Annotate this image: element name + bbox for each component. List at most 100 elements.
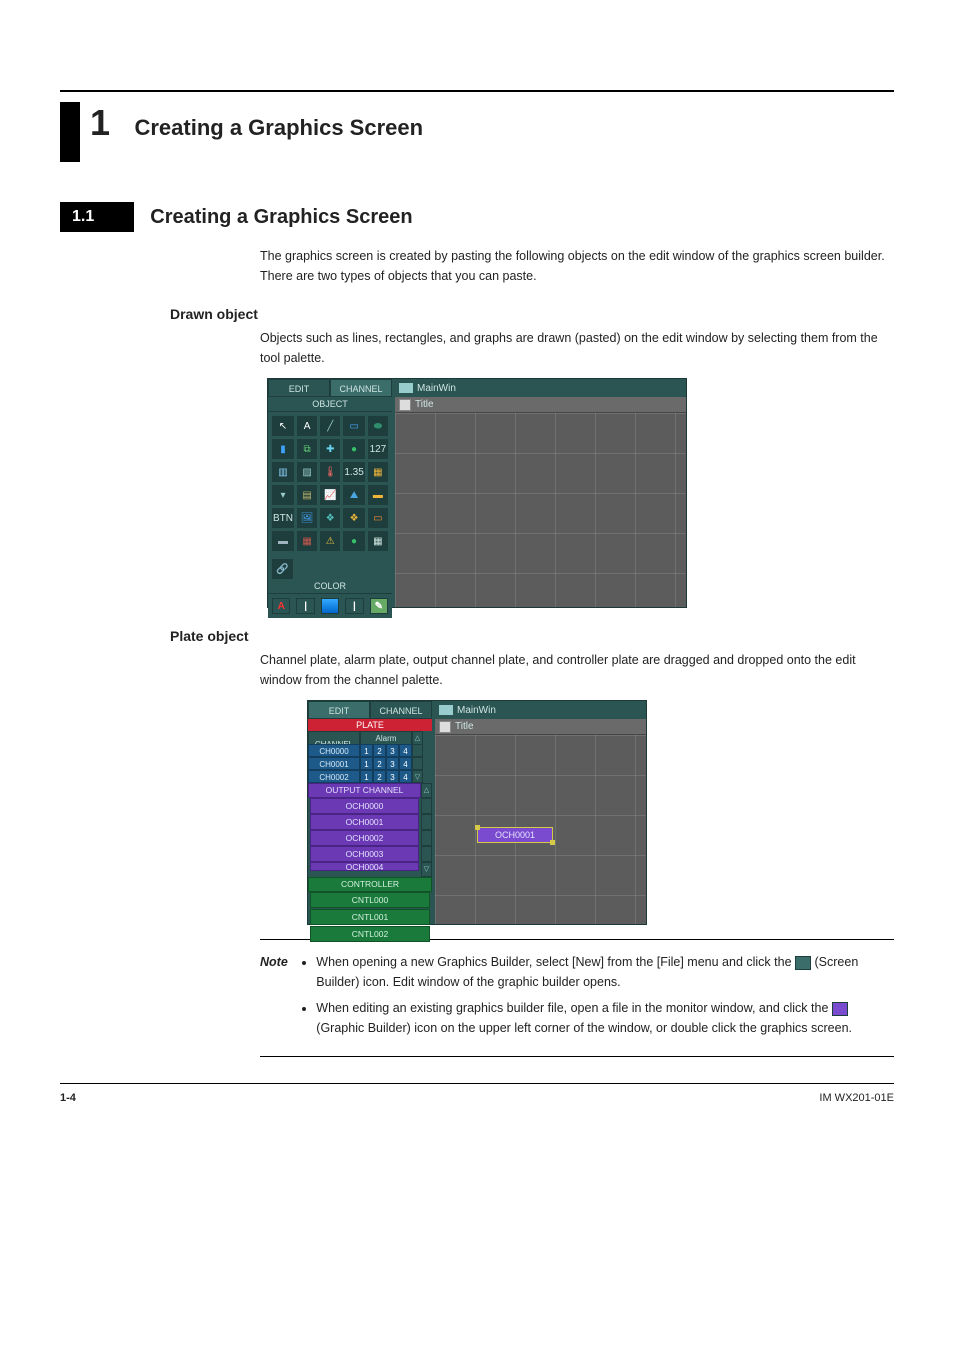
tool-blob1[interactable]: ❖ — [320, 508, 340, 528]
scroll-up-icon[interactable]: △ — [421, 783, 432, 798]
intro-text: The graphics screen is created by pastin… — [260, 246, 894, 286]
sub1-text: Objects such as lines, rectangles, and g… — [260, 328, 894, 368]
note-block: Note When opening a new Graphics Builder… — [260, 939, 894, 1057]
output-channel-plate[interactable]: OCH0003 — [310, 846, 419, 862]
alarm-plate[interactable]: 4 — [399, 757, 412, 770]
alarm-plate[interactable]: 3 — [386, 757, 399, 770]
tool-page[interactable]: ▮ — [272, 439, 294, 459]
note-item-2: When editing an existing graphics builde… — [316, 998, 894, 1038]
tab-channel[interactable]: CHANNEL — [370, 701, 432, 719]
tool-cross[interactable]: ✚ — [320, 439, 340, 459]
top-rule — [60, 90, 894, 92]
alarm-plate[interactable]: 1 — [360, 744, 373, 757]
dropped-plate[interactable]: OCH0001 — [477, 827, 553, 843]
tool-line[interactable]: ╱ — [320, 416, 340, 436]
tool-pointer[interactable]: ↖ — [272, 416, 294, 436]
tool-circle[interactable]: ● — [343, 439, 364, 459]
scroll-down-icon[interactable]: ▽ — [421, 862, 432, 877]
edit-canvas[interactable] — [395, 413, 686, 607]
tool-hill[interactable]: ⛰ — [343, 485, 364, 505]
chapter-number: 1 — [90, 102, 110, 143]
tool-chart[interactable]: 📈 — [320, 485, 340, 505]
tool-btn[interactable]: BTN — [272, 508, 294, 528]
edit-canvas[interactable]: OCH0001 — [435, 735, 646, 924]
chapter-title: Creating a Graphics Screen — [134, 115, 423, 140]
tool-tab[interactable]: ▬ — [272, 531, 294, 551]
output-channel-header: OUTPUT CHANNEL — [308, 783, 421, 798]
output-channel-plate[interactable]: OCH0001 — [310, 814, 419, 830]
tool-stack[interactable]: ⧉ — [297, 439, 317, 459]
tool-hatch[interactable]: ▨ — [297, 462, 317, 482]
tool-bar[interactable]: ▥ — [272, 462, 294, 482]
tool-link[interactable]: 🔗 — [272, 559, 293, 579]
screenshot-plate-palette: EDIT CHANNEL PLATE CHANNEL Alarm △ — [307, 700, 647, 925]
extra-color-swatch[interactable]: ✎ — [370, 598, 388, 614]
controller-plate[interactable]: CNTL000 — [310, 892, 430, 908]
alarm-plate[interactable]: 3 — [386, 770, 399, 783]
output-channel-plate[interactable]: OCH0000 — [310, 798, 419, 814]
tool-slot[interactable]: ▬ — [368, 485, 388, 505]
alarm-plate[interactable]: 3 — [386, 744, 399, 757]
graphic-builder-icon[interactable] — [439, 721, 451, 733]
fill-color-swatch[interactable] — [321, 598, 339, 614]
window-icon — [399, 383, 413, 393]
page-number: 1-4 — [60, 1092, 76, 1104]
scroll-down-icon[interactable]: ▽ — [412, 770, 423, 783]
graphic-builder-icon[interactable] — [399, 399, 411, 411]
tool-mix[interactable]: ▦ — [297, 531, 317, 551]
tool-dot[interactable]: ● — [343, 531, 364, 551]
tool-img[interactable]: 🖼 — [297, 508, 317, 528]
channel-plate[interactable]: CH0002 — [308, 770, 360, 783]
controller-plate[interactable]: CNTL002 — [310, 926, 430, 942]
window-title: MainWin — [417, 383, 456, 394]
tool-grid[interactable]: ▤ — [297, 485, 317, 505]
stroke-color-swatch[interactable]: | — [296, 598, 314, 614]
section-badge: 1.1 — [60, 202, 134, 232]
chapter-bar — [60, 102, 80, 162]
controller-plate[interactable]: CNTL001 — [310, 909, 430, 925]
note-2b: (Graphic Builder) icon on the upper left… — [316, 1021, 852, 1035]
tab-edit[interactable]: EDIT — [268, 379, 330, 397]
line-color-swatch[interactable]: | — [345, 598, 363, 614]
tool-matrix[interactable]: ▦ — [368, 531, 388, 551]
output-channel-plate[interactable]: OCH0004 — [310, 862, 419, 871]
char-color-swatch[interactable]: A — [272, 598, 290, 614]
alarm-plate[interactable]: 2 — [373, 757, 386, 770]
alarm-plate[interactable]: 1 — [360, 757, 373, 770]
alarm-plate[interactable]: 1 — [360, 770, 373, 783]
tab-channel[interactable]: CHANNEL — [330, 379, 392, 397]
alarm-plate[interactable]: 2 — [373, 770, 386, 783]
tool-panel[interactable]: ▦ — [368, 462, 388, 482]
tool-ellipse[interactable]: ⬬ — [368, 416, 388, 436]
scroll-spacer — [412, 744, 423, 757]
graphic-builder-icon — [832, 1002, 848, 1016]
tool-drop[interactable]: ▾ — [272, 485, 294, 505]
screenshot-object-palette: EDIT CHANNEL OBJECT ↖A╱▭⬬▮⧉✚●127▥▨🌡1.35▦… — [267, 378, 687, 608]
tool-num[interactable]: 1.35 — [343, 462, 364, 482]
tab-edit[interactable]: EDIT — [308, 701, 370, 719]
window-titlebar: MainWin — [435, 701, 646, 719]
tool-blob2[interactable]: ❖ — [343, 508, 364, 528]
tool-hazard[interactable]: ⚠ — [320, 531, 340, 551]
tool-rect[interactable]: ▭ — [343, 416, 364, 436]
tool-thermo[interactable]: 🌡 — [320, 462, 340, 482]
title-label: Title — [455, 721, 474, 732]
alarm-plate[interactable]: 2 — [373, 744, 386, 757]
title-row: Title — [395, 397, 686, 413]
tool-frame[interactable]: ▭ — [368, 508, 388, 528]
channel-plate[interactable]: CH0001 — [308, 757, 360, 770]
plate-label: PLATE — [308, 719, 432, 731]
channel-plate[interactable]: CH0000 — [308, 744, 360, 757]
note-label: Note — [260, 952, 298, 1044]
output-channel-plate[interactable]: OCH0002 — [310, 830, 419, 846]
window-icon — [439, 705, 453, 715]
controller-header: CONTROLLER — [308, 877, 432, 892]
title-label: Title — [415, 399, 434, 410]
window-titlebar: MainWin — [395, 379, 686, 397]
tool-text[interactable]: A — [297, 416, 317, 436]
alarm-plate[interactable]: 4 — [399, 770, 412, 783]
tool-digit[interactable]: 127 — [368, 439, 388, 459]
alarm-plate[interactable]: 4 — [399, 744, 412, 757]
screen-builder-icon — [795, 956, 811, 970]
scroll-spacer — [421, 798, 432, 814]
